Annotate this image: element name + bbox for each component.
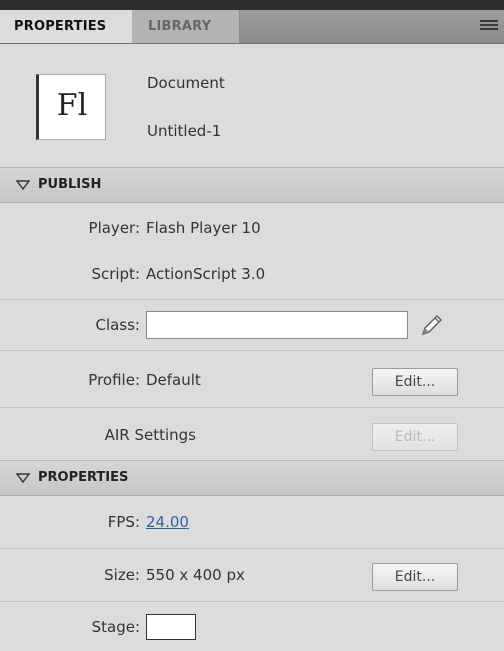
panel-top-strip xyxy=(0,0,504,10)
panel-menu-icon[interactable] xyxy=(480,20,498,34)
collapse-triangle-icon xyxy=(15,461,31,509)
profile-value: Default xyxy=(146,371,201,389)
divider xyxy=(0,407,504,408)
profile-label: Profile: xyxy=(88,371,140,389)
divider xyxy=(0,601,504,602)
profile-edit-button[interactable]: Edit... xyxy=(372,368,458,396)
air-settings-row: AIR Settings Edit... xyxy=(0,421,504,451)
tab-library[interactable]: LIBRARY xyxy=(132,10,240,43)
document-type-label: Document xyxy=(147,74,225,92)
divider xyxy=(0,548,504,549)
pencil-icon[interactable] xyxy=(418,313,444,339)
stage-color-swatch[interactable] xyxy=(146,614,196,640)
player-label: Player: xyxy=(88,219,140,237)
class-row: Class: xyxy=(0,311,504,341)
document-info: Fl Document Untitled-1 xyxy=(0,44,504,167)
class-label: Class: xyxy=(95,316,140,334)
collapse-triangle-icon xyxy=(15,168,31,216)
tab-properties[interactable]: PROPERTIES xyxy=(0,10,132,43)
stage-label: Stage: xyxy=(91,618,140,636)
size-row: Size: 550 x 400 px Edit... xyxy=(0,561,504,591)
publish-section-title: PUBLISH xyxy=(38,177,102,192)
script-label: Script: xyxy=(91,265,140,283)
document-name: Untitled-1 xyxy=(147,122,222,140)
properties-section-header[interactable]: PROPERTIES xyxy=(0,460,504,496)
properties-panel: PROPERTIES LIBRARY Fl Document Untitled-… xyxy=(0,0,504,651)
flash-document-icon: Fl xyxy=(36,74,106,140)
script-value: ActionScript 3.0 xyxy=(146,265,266,283)
properties-section-title: PROPERTIES xyxy=(38,470,129,485)
divider xyxy=(0,350,504,351)
player-value: Flash Player 10 xyxy=(146,219,261,237)
fps-value[interactable]: 24.00 xyxy=(146,513,189,531)
size-label: Size: xyxy=(104,566,140,584)
panel-tab-bar: PROPERTIES LIBRARY xyxy=(0,10,504,44)
air-settings-edit-button[interactable]: Edit... xyxy=(372,423,458,451)
divider xyxy=(0,299,504,300)
air-settings-label: AIR Settings xyxy=(104,426,196,444)
class-input[interactable] xyxy=(146,311,408,339)
profile-row: Profile: Default Edit... xyxy=(0,366,504,396)
fps-label: FPS: xyxy=(107,513,140,531)
size-edit-button[interactable]: Edit... xyxy=(372,563,458,591)
size-value: 550 x 400 px xyxy=(146,566,245,584)
publish-section-header[interactable]: PUBLISH xyxy=(0,167,504,203)
stage-row: Stage: xyxy=(0,614,504,642)
